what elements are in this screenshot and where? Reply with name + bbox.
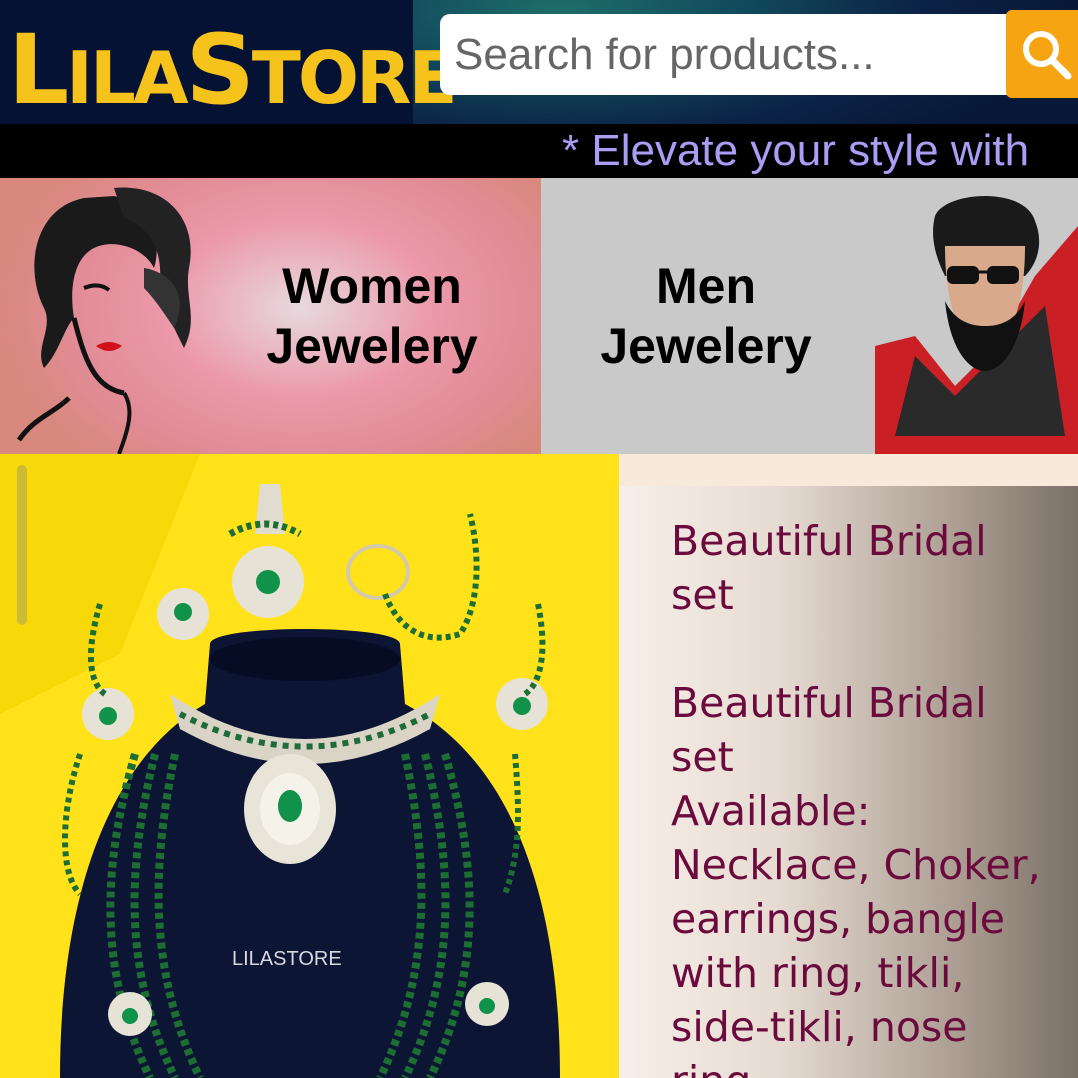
bearded-man-icon: [875, 196, 1078, 454]
category-men-jewelery[interactable]: Men Jewelery: [541, 178, 1078, 454]
search-icon: [1023, 31, 1072, 80]
women-category-label: Women Jewelery: [266, 258, 478, 374]
product-details: Beautiful Bridal set Beautiful Bridal se…: [619, 486, 1078, 1078]
woman-face-icon: [16, 187, 191, 454]
search-input[interactable]: [440, 14, 1012, 95]
product-title[interactable]: Beautiful Bridal set: [671, 514, 1051, 622]
search-button[interactable]: [1006, 10, 1078, 98]
store-logo[interactable]: LILASTORE: [8, 22, 458, 120]
men-category-label: Men Jewelery: [600, 258, 812, 374]
logo-text-ila: ILA: [66, 36, 188, 120]
logo-text-tore: TORE: [251, 36, 458, 120]
header: LILASTORE: [0, 0, 1078, 124]
product-description: Beautiful Bridal set Available: Necklace…: [671, 679, 1041, 1078]
product-image[interactable]: LILASTORE: [0, 454, 619, 1078]
category-women-jewelery[interactable]: Women Jewelery: [0, 178, 541, 454]
logo-letter-s: S: [185, 14, 255, 126]
logo-letter-l: L: [8, 14, 69, 126]
bridal-set-image: [0, 454, 619, 1078]
search-box: [440, 14, 1012, 95]
logo-area[interactable]: LILASTORE: [0, 0, 458, 124]
marquee-text: * Elevate your style with: [562, 126, 1030, 175]
scrollbar[interactable]: [17, 465, 27, 625]
image-watermark: LILASTORE: [232, 948, 342, 970]
detail-top-strip: [619, 454, 1078, 486]
promo-marquee: * Elevate your style with: [0, 124, 1078, 178]
